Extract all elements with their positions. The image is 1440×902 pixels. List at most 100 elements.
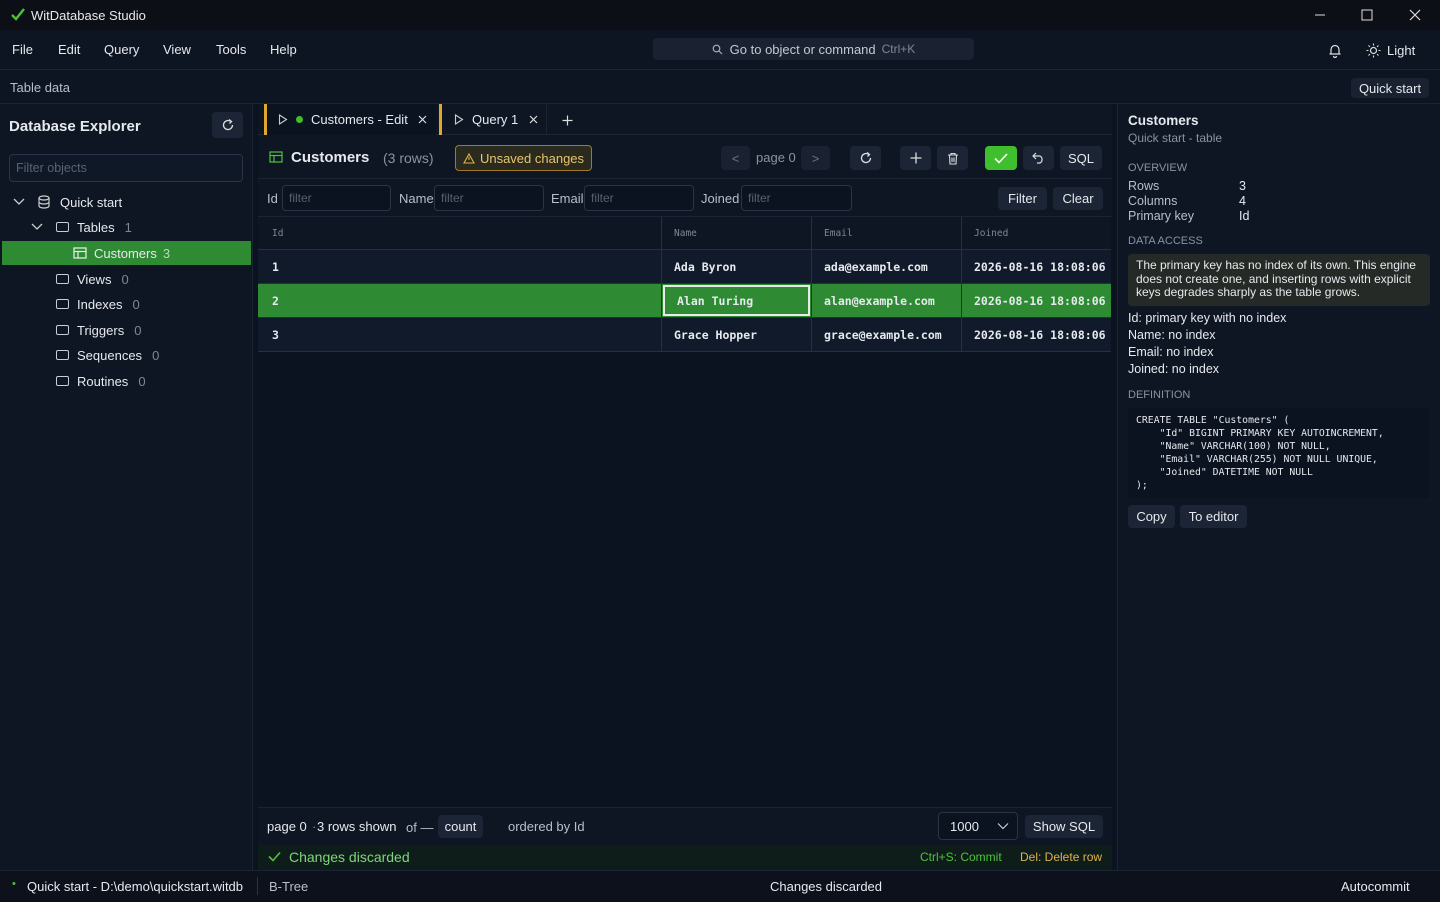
tree-customers-count: 3	[162, 245, 171, 261]
column-header-id[interactable]: Id	[260, 217, 660, 249]
filter-joined-input[interactable]: filter	[741, 185, 852, 211]
minimize-icon[interactable]	[1310, 6, 1330, 24]
command-search-shortcut: Ctrl+K	[881, 42, 916, 56]
status-database: Quick start - D:\demo\quickstart.witdb	[27, 879, 244, 894]
menu-query[interactable]: Query	[104, 42, 139, 57]
show-sql-button[interactable]: Show SQL	[1025, 815, 1103, 838]
tree-indexes-count: 0	[132, 296, 140, 312]
tree-indexes[interactable]: Indexes 0	[56, 292, 140, 316]
refresh-icon	[859, 151, 873, 165]
sql-button[interactable]: SQL	[1060, 146, 1102, 170]
cell-name[interactable]: Grace Hopper	[662, 318, 811, 351]
menu-file[interactable]: File	[12, 42, 33, 57]
new-tab-icon[interactable]	[560, 113, 574, 127]
tree-customers[interactable]: Customers 3	[2, 241, 251, 265]
bell-icon[interactable]	[1326, 41, 1344, 59]
tree-views[interactable]: Views 0	[56, 267, 129, 291]
filter-name-label: Name	[399, 191, 434, 206]
page-size-select[interactable]: 1000	[938, 812, 1018, 840]
menu-tools[interactable]: Tools	[216, 42, 246, 57]
filter-name-input[interactable]: filter	[434, 185, 544, 211]
connection-dot-icon: •	[12, 878, 16, 890]
undo-button[interactable]	[1023, 146, 1054, 170]
page-size-value: 1000	[950, 818, 979, 834]
tab-query-1[interactable]: Query 1	[439, 104, 547, 135]
count-button[interactable]: count	[438, 815, 483, 838]
folder-icon	[56, 376, 69, 386]
cell-email[interactable]: grace@example.com	[812, 318, 961, 351]
cell-joined[interactable]: 2026-08-16 18:08:06	[962, 250, 1111, 283]
prev-page-button[interactable]: <	[721, 146, 750, 170]
close-window-icon[interactable]	[1405, 6, 1425, 24]
tree-tables-count: 1	[124, 219, 132, 235]
copy-definition-button[interactable]: Copy	[1128, 505, 1175, 528]
access-line-name: Name: no index	[1128, 328, 1216, 342]
details-title: Customers	[1128, 113, 1199, 128]
tree-sequences-count: 0	[152, 347, 160, 363]
filter-email-input[interactable]: filter	[584, 185, 694, 211]
tree-routines-label: Routines	[77, 373, 129, 389]
clear-button[interactable]: Clear	[1053, 187, 1103, 210]
access-heading: DATA ACCESS	[1128, 235, 1203, 247]
cell-email[interactable]: ada@example.com	[812, 250, 961, 283]
overview-rows-key: Rows	[1128, 179, 1160, 193]
tree-triggers[interactable]: Triggers 0	[56, 318, 141, 342]
cell-name-editing[interactable]: Alan Turing	[663, 285, 810, 316]
tree-views-label: Views	[77, 271, 112, 287]
sun-icon	[1366, 43, 1381, 58]
command-search[interactable]: Go to object or command Ctrl+K	[653, 38, 974, 60]
cell-id[interactable]: 2	[260, 284, 660, 317]
filter-objects-input[interactable]: Filter objects	[9, 154, 243, 182]
status-engine: B-Tree	[269, 879, 309, 894]
filter-id-input[interactable]: filter	[282, 185, 391, 211]
sub-bar: Table data Quick start	[0, 70, 1440, 104]
overview-rows-value: 3	[1239, 179, 1246, 193]
tree-tables[interactable]: Tables 1	[30, 215, 132, 239]
delete-row-button[interactable]	[937, 146, 968, 170]
cell-id[interactable]: 1	[260, 250, 660, 283]
menu-view[interactable]: View	[163, 42, 191, 57]
command-search-placeholder: Go to object or command	[729, 41, 876, 57]
commit-button[interactable]	[985, 146, 1017, 170]
column-header-name[interactable]: Name	[662, 217, 812, 249]
cell-email[interactable]: alan@example.com	[812, 284, 961, 317]
cell-id[interactable]: 3	[260, 318, 660, 351]
chevron-down-icon	[30, 222, 44, 232]
reload-button[interactable]	[850, 146, 881, 170]
filter-button[interactable]: Filter	[998, 187, 1047, 210]
maximize-icon[interactable]	[1357, 6, 1377, 24]
close-tab-icon[interactable]	[529, 115, 538, 124]
sql-button-label: SQL	[1067, 150, 1094, 166]
cell-joined[interactable]: 2026-08-16 18:08:06	[962, 284, 1111, 317]
menu-edit[interactable]: Edit	[58, 42, 80, 57]
cell-joined[interactable]: 2026-08-16 18:08:06	[962, 318, 1111, 351]
table-icon	[73, 247, 87, 259]
index-warning: The primary key has no index of its own.…	[1128, 254, 1430, 306]
add-row-button[interactable]	[900, 146, 931, 170]
tree-routines[interactable]: Routines 0	[56, 369, 146, 393]
footer-of-total: of —	[406, 820, 434, 835]
quick-start-button[interactable]: Quick start	[1351, 78, 1429, 98]
column-header-email[interactable]: Email	[812, 217, 962, 249]
to-editor-button[interactable]: To editor	[1180, 505, 1247, 528]
folder-icon	[56, 350, 69, 360]
tree-views-count: 0	[121, 271, 129, 287]
search-icon	[712, 43, 724, 55]
tree-indexes-label: Indexes	[77, 296, 123, 312]
chevron-down-icon	[12, 197, 26, 207]
next-page-button[interactable]: >	[801, 146, 830, 170]
tab-customers-edit[interactable]: Customers - Edit	[264, 104, 436, 135]
filter-objects-placeholder: Filter objects	[16, 161, 87, 175]
theme-toggle[interactable]: Light	[1366, 41, 1415, 59]
footer-page: page 0	[267, 819, 307, 834]
tree-root-quick-start[interactable]: Quick start	[12, 190, 122, 214]
tree-sequences[interactable]: Sequences 0	[56, 343, 159, 367]
column-header-joined[interactable]: Joined	[962, 217, 1112, 249]
footer-rows-shown: 3 rows shown	[317, 819, 397, 834]
refresh-explorer-button[interactable]	[212, 112, 243, 138]
cell-name[interactable]: Ada Byron	[662, 250, 811, 283]
close-tab-icon[interactable]	[418, 115, 427, 124]
status-mode[interactable]: Autocommit	[1341, 879, 1410, 894]
menu-help[interactable]: Help	[270, 42, 297, 57]
tree-customers-label: Customers	[94, 245, 157, 261]
